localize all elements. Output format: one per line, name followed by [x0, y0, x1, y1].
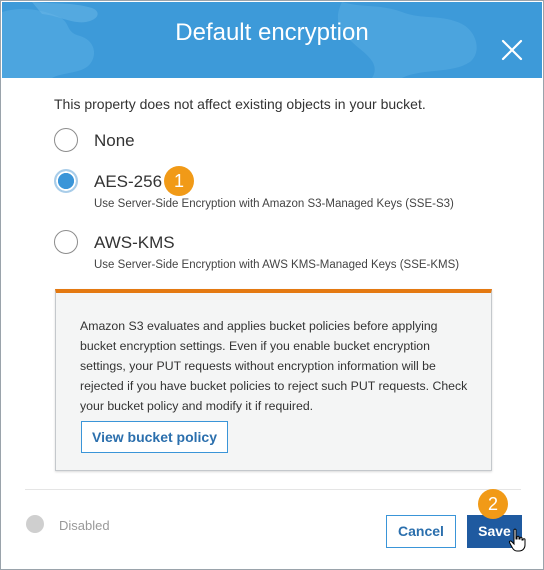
radio-aws-kms[interactable]: [54, 230, 78, 254]
step-2-badge: 2: [478, 489, 508, 519]
intro-text: This property does not affect existing o…: [54, 96, 426, 112]
dialog-title: Default encryption: [175, 19, 369, 46]
default-encryption-dialog: Default encryption This property does no…: [0, 0, 544, 570]
status-toggle: [26, 515, 44, 533]
dialog-header: Default encryption: [2, 2, 542, 78]
radio-none[interactable]: [54, 128, 78, 152]
status-label: Disabled: [59, 518, 110, 533]
hand-pointer-icon: [508, 528, 526, 552]
option-aes-256-description: Use Server-Side Encryption with Amazon S…: [94, 198, 454, 210]
view-bucket-policy-button[interactable]: View bucket policy: [81, 421, 229, 453]
radio-aes-256[interactable]: [54, 169, 78, 193]
step-1-badge: 1: [164, 166, 194, 196]
close-icon[interactable]: [500, 38, 524, 62]
bucket-policy-notice-text: Amazon S3 evaluates and applies bucket p…: [80, 319, 468, 413]
option-none-label: None: [94, 131, 135, 150]
option-aws-kms-description: Use Server-Side Encryption with AWS KMS-…: [94, 259, 460, 271]
footer-divider: [25, 489, 521, 490]
bucket-policy-notice: Amazon S3 evaluates and applies bucket p…: [55, 289, 492, 471]
option-aes-256-label: AES-256: [94, 172, 163, 191]
option-aws-kms-label: AWS-KMS: [94, 233, 175, 252]
cancel-button[interactable]: Cancel: [386, 515, 456, 548]
